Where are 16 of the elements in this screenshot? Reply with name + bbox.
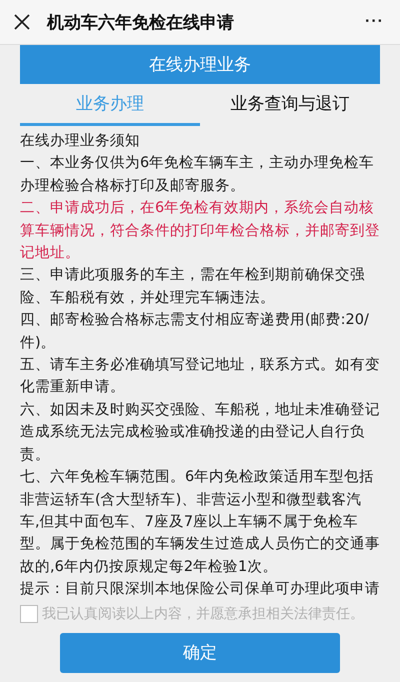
checkbox[interactable]: [20, 604, 38, 623]
tab[interactable]: 业务查询与退订: [200, 84, 380, 126]
notice-paragraph: 一、本业务仅供为6年免检车辆车主，主动办理免检车办理检验合格标打印及邮寄服务。: [20, 154, 376, 196]
notice-paragraph: 提示：目前只限深圳本地保险公司保单可办理此项申请: [20, 580, 380, 600]
notice-heading: 在线办理业务须知: [20, 132, 141, 151]
notice-paragraph: 七、六年免检车辆范围。6年内免检政策适用车型包括非营运轿车(含大型轿车)、非营运小型和微型载客汽车,但其中面包车、7座及7座以上车辆不属于免检车型。属于免检范围的车辆发生过造成人员伤亡的交通事故的,6年内仍按原规定每2年检验1次。: [20, 468, 380, 577]
checkbox-label: 我已认真阅读以上内容，并愿意承担相关法律责任。: [42, 604, 364, 623]
notice-paragraph: 二、申请成功后，在6年免检有效期内，系统会自动核算车辆情况，符合条件的打印年检合格标，并邮寄到登记地址。: [20, 199, 380, 264]
close-icon[interactable]: [13, 13, 31, 31]
banner-title: 在线办理业务: [20, 45, 380, 84]
notice-paragraph: 六、如因未及时购买交强险、车船税，地址未准确登记造成系统无法完成检验或准确投递的由登记人自行负责。: [20, 400, 380, 465]
more-button[interactable]: ···: [361, 13, 388, 31]
notice-paragraph: 三、申请此项服务的车主，需在年检到期前确保交强险、车船税有效，并处理完车辆违法。: [20, 266, 366, 308]
notice-paragraph: 四、邮寄检验合格标志需支付相应寄递费用(邮费:20/件)。: [20, 310, 370, 353]
window-title: 机动车六年免检在线申请: [47, 12, 235, 34]
notice-paragraph: 五、请车主务必准确填写登记地址，联系方式。如有变化需重新申请。: [20, 356, 380, 398]
